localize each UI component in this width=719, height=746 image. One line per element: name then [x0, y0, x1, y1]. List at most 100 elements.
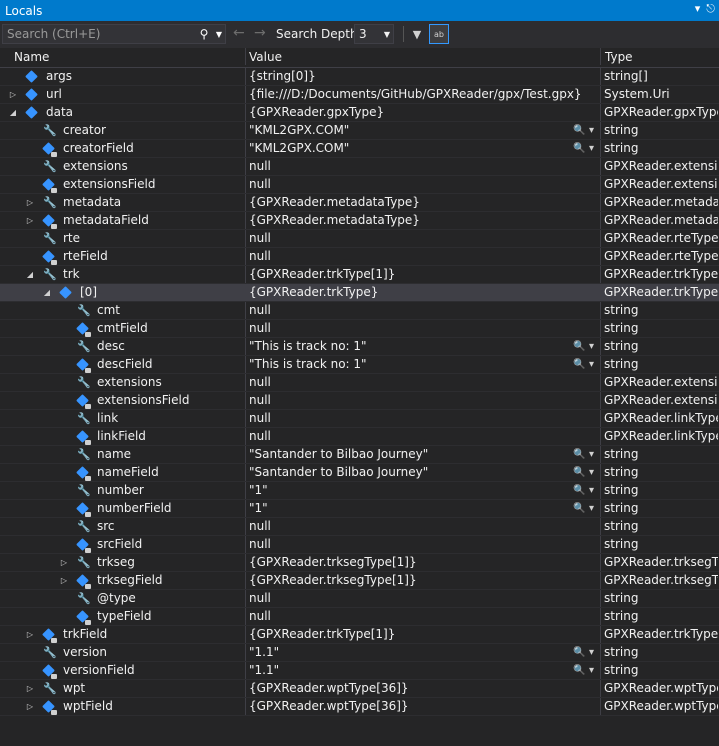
column-splitter[interactable] — [245, 48, 246, 65]
text-visualizer-icon[interactable]: 🔍 ▾ — [573, 338, 594, 355]
table-row[interactable]: 🔧 extensions null GPXReader.extensi... — [0, 158, 719, 176]
column-header-type[interactable]: Type — [605, 50, 633, 64]
table-row[interactable]: 🔧 desc "This is track no: 1" 🔍 ▾ string — [0, 338, 719, 356]
table-row[interactable]: 🔧 creator "KML2GPX.COM" 🔍 ▾ string — [0, 122, 719, 140]
table-row[interactable]: nameField "Santander to Bilbao Journey" 🔍 … — [0, 464, 719, 482]
table-row[interactable]: 🔧 number "1" 🔍 ▾ string — [0, 482, 719, 500]
table-row[interactable]: linkField null GPXReader.linkType[] — [0, 428, 719, 446]
value-cell[interactable]: null — [246, 392, 601, 409]
table-row[interactable]: ▷ trksegField {GPXReader.trksegType[1]} GPX… — [0, 572, 719, 590]
chevron-down-icon[interactable]: ▾ — [695, 2, 701, 16]
value-cell[interactable]: "KML2GPX.COM" 🔍 ▾ — [246, 140, 601, 157]
table-row[interactable]: 🔧 extensions null GPXReader.extensi... — [0, 374, 719, 392]
collapsed-arrow-icon[interactable]: ▷ — [25, 194, 35, 211]
value-cell[interactable]: {GPXReader.gpxType} — [246, 104, 601, 121]
table-row[interactable]: 🔧 src null string — [0, 518, 719, 536]
value-cell[interactable]: "1" 🔍 ▾ — [246, 482, 601, 499]
table-row[interactable]: 🔧 version "1.1" 🔍 ▾ string — [0, 644, 719, 662]
value-cell[interactable]: "1.1" 🔍 ▾ — [246, 662, 601, 679]
table-row[interactable]: ▷ metadataField {GPXReader.metadataType} GP… — [0, 212, 719, 230]
value-cell[interactable]: null — [246, 536, 601, 553]
table-row[interactable]: 🔧 rte null GPXReader.rteType[] — [0, 230, 719, 248]
collapsed-arrow-icon[interactable]: ▷ — [8, 86, 18, 103]
text-visualizer-icon[interactable]: 🔍 ▾ — [573, 122, 594, 139]
value-cell[interactable]: null — [246, 590, 601, 607]
value-cell[interactable]: {GPXReader.wptType[36]} — [246, 698, 601, 715]
table-row[interactable]: versionField "1.1" 🔍 ▾ string — [0, 662, 719, 680]
search-icon[interactable]: ⚲ — [195, 27, 213, 41]
value-cell[interactable]: {GPXReader.metadataType} — [246, 194, 601, 211]
text-visualizer-icon[interactable]: 🔍 ▾ — [573, 446, 594, 463]
expanded-arrow-icon[interactable]: ◢ — [42, 284, 52, 301]
value-cell[interactable]: "This is track no: 1" 🔍 ▾ — [246, 356, 601, 373]
value-cell[interactable]: {GPXReader.trkType[1]} — [246, 626, 601, 643]
collapsed-arrow-icon[interactable]: ▷ — [25, 212, 35, 229]
table-row[interactable]: 🔧 @type null string — [0, 590, 719, 608]
value-cell[interactable]: null — [246, 374, 601, 391]
table-row[interactable]: extensionsField null GPXReader.extensi... — [0, 392, 719, 410]
value-cell[interactable]: null — [246, 608, 601, 625]
table-row[interactable]: ▷ 🔧 trkseg {GPXReader.trksegType[1]} GPXRead… — [0, 554, 719, 572]
text-visualizer-icon[interactable]: 🔍 ▾ — [573, 356, 594, 373]
table-row[interactable]: ▷ url {file:///D:/Documents/GitHub/GPXRead… — [0, 86, 719, 104]
text-visualizer-icon[interactable]: 🔍 ▾ — [573, 500, 594, 517]
text-visualizer-icon[interactable]: 🔍 ▾ — [573, 464, 594, 481]
value-cell[interactable]: {GPXReader.metadataType} — [246, 212, 601, 229]
value-cell[interactable]: "KML2GPX.COM" 🔍 ▾ — [246, 122, 601, 139]
collapsed-arrow-icon[interactable]: ▷ — [25, 680, 35, 697]
column-header-name[interactable]: Name — [14, 50, 49, 64]
value-cell[interactable]: {GPXReader.trksegType[1]} — [246, 554, 601, 571]
table-row[interactable]: ▷ wptField {GPXReader.wptType[36]} GPXReade… — [0, 698, 719, 716]
table-row[interactable]: typeField null string — [0, 608, 719, 626]
pin-icon[interactable]: ⎋ — [706, 2, 715, 16]
forward-arrow-icon[interactable]: → — [254, 25, 266, 41]
table-row[interactable]: extensionsField null GPXReader.extensi... — [0, 176, 719, 194]
table-row[interactable]: 🔧 link null GPXReader.linkType[] — [0, 410, 719, 428]
collapsed-arrow-icon[interactable]: ▷ — [59, 554, 69, 571]
table-row[interactable]: cmtField null string — [0, 320, 719, 338]
search-box[interactable]: Search (Ctrl+E) ⚲ ▼ — [2, 24, 226, 44]
search-input[interactable]: Search (Ctrl+E) — [7, 27, 195, 41]
value-cell[interactable]: "Santander to Bilbao Journey" 🔍 ▾ — [246, 464, 601, 481]
table-row[interactable]: ▷ 🔧 metadata {GPXReader.metadataType} GPXRea… — [0, 194, 719, 212]
expanded-arrow-icon[interactable]: ◢ — [8, 104, 18, 121]
search-depth-select[interactable]: 3 ▼ — [354, 24, 394, 44]
column-header-value[interactable]: Value — [249, 50, 282, 64]
value-cell[interactable]: null — [246, 176, 601, 193]
value-cell[interactable]: null — [246, 410, 601, 427]
value-cell[interactable]: {GPXReader.trkType[1]} — [246, 266, 601, 283]
expanded-arrow-icon[interactable]: ◢ — [25, 266, 35, 283]
table-row[interactable]: 🔧 name "Santander to Bilbao Journey" 🔍 ▾ str… — [0, 446, 719, 464]
value-cell[interactable]: {GPXReader.trkType} — [246, 284, 601, 301]
table-row[interactable]: 🔧 cmt null string — [0, 302, 719, 320]
table-row[interactable]: ▷ trkField {GPXReader.trkType[1]} GPXReader… — [0, 626, 719, 644]
value-cell[interactable]: null — [246, 158, 601, 175]
table-row[interactable]: ▷ 🔧 wpt {GPXReader.wptType[36]} GPXReader.wp… — [0, 680, 719, 698]
text-visualizer-icon[interactable]: 🔍 ▾ — [573, 644, 594, 661]
value-cell[interactable]: null — [246, 320, 601, 337]
value-cell[interactable]: {string[0]} — [246, 68, 601, 85]
value-cell[interactable]: null — [246, 230, 601, 247]
collapsed-arrow-icon[interactable]: ▷ — [25, 698, 35, 715]
value-cell[interactable]: "Santander to Bilbao Journey" 🔍 ▾ — [246, 446, 601, 463]
value-cell[interactable]: null — [246, 302, 601, 319]
hexadecimal-toggle-button[interactable]: ab — [429, 24, 449, 44]
value-cell[interactable]: {GPXReader.wptType[36]} — [246, 680, 601, 697]
table-row[interactable]: rteField null GPXReader.rteType[] — [0, 248, 719, 266]
table-row[interactable]: descField "This is track no: 1" 🔍 ▾ string — [0, 356, 719, 374]
search-dropdown-icon[interactable]: ▼ — [213, 30, 225, 39]
text-visualizer-icon[interactable]: 🔍 ▾ — [573, 140, 594, 157]
value-cell[interactable]: {GPXReader.trksegType[1]} — [246, 572, 601, 589]
collapsed-arrow-icon[interactable]: ▷ — [25, 626, 35, 643]
collapsed-arrow-icon[interactable]: ▷ — [59, 572, 69, 589]
value-cell[interactable]: null — [246, 518, 601, 535]
value-cell[interactable]: null — [246, 248, 601, 265]
table-row[interactable]: creatorField "KML2GPX.COM" 🔍 ▾ string — [0, 140, 719, 158]
table-row[interactable]: numberField "1" 🔍 ▾ string — [0, 500, 719, 518]
table-row[interactable]: ◢ 🔧 trk {GPXReader.trkType[1]} GPXReader.trk… — [0, 266, 719, 284]
value-cell[interactable]: "1.1" 🔍 ▾ — [246, 644, 601, 661]
text-visualizer-icon[interactable]: 🔍 ▾ — [573, 482, 594, 499]
column-splitter[interactable] — [600, 48, 601, 65]
table-row[interactable]: ◢ data {GPXReader.gpxType} GPXReader.gpxTyp… — [0, 104, 719, 122]
pin-filter-button[interactable]: ▼ — [407, 24, 427, 44]
